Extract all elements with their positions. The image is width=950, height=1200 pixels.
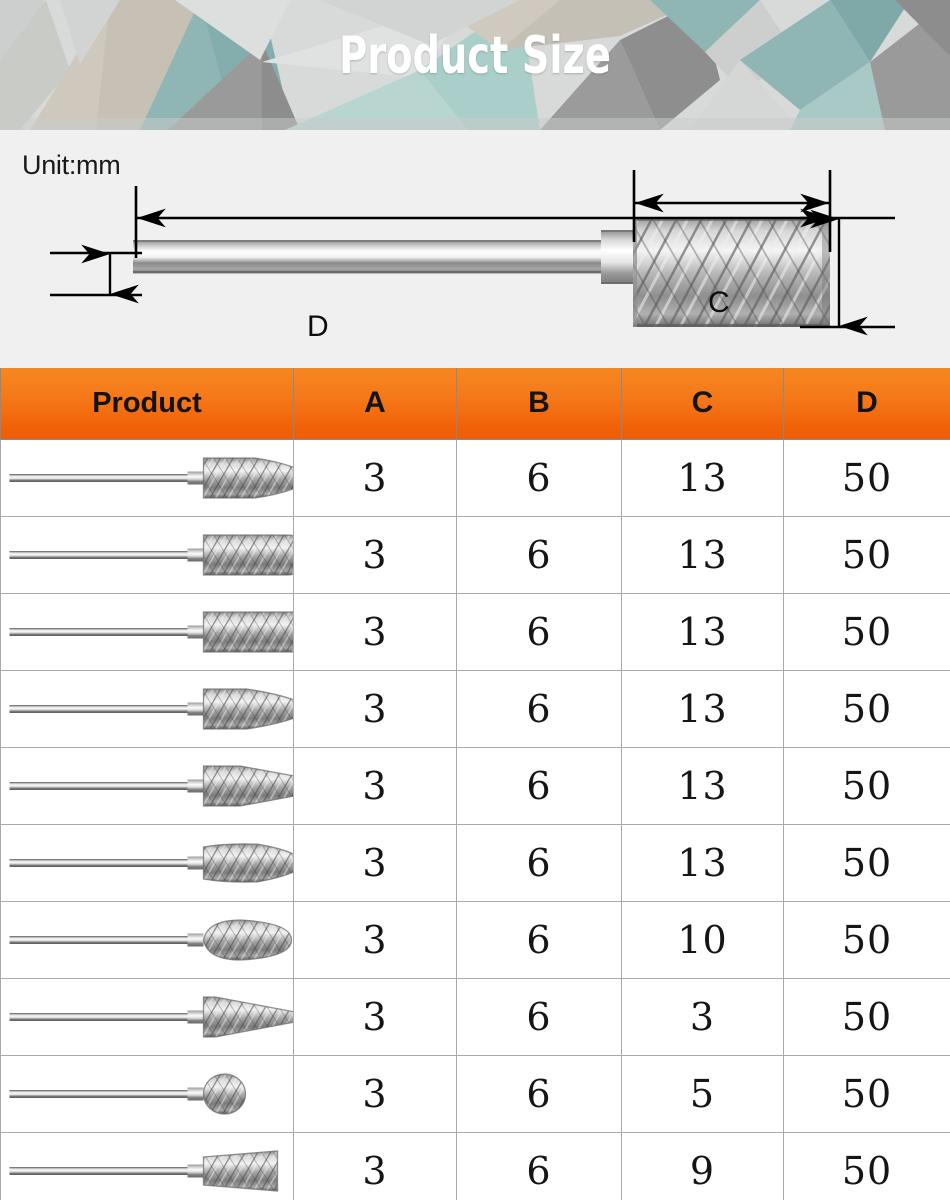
cell-c: 10: [621, 900, 784, 979]
cell-d: 50: [783, 592, 950, 671]
table-header-row: Product A B C D: [0, 368, 950, 440]
cell-a: 3: [293, 592, 457, 671]
cell-d: 50: [783, 669, 950, 748]
cell-c: 3: [621, 977, 784, 1056]
product-size-page: Product Size Unit:mm C D Product A B C D…: [0, 0, 950, 1200]
product-image-ball-nose-cylinder-burr: [0, 515, 294, 594]
product-image-oval-egg-burr: [0, 900, 294, 979]
product-image-sharp-cone-burr: [0, 977, 294, 1056]
product-image-ball-burr: [0, 1054, 294, 1133]
product-image-cone-taper-burr: [0, 746, 294, 825]
product-image-inverted-cone-burr: [0, 1131, 294, 1200]
cell-c: 13: [621, 438, 784, 517]
product-image-pointed-tree-burr: [0, 438, 294, 517]
cell-b: 6: [456, 438, 622, 517]
cell-b: 6: [456, 1131, 622, 1200]
column-header-a: A: [293, 368, 457, 440]
cell-d: 50: [783, 977, 950, 1056]
table-row: 3 6 13 50: [0, 823, 950, 902]
table-row: 3 6 13 50: [0, 669, 950, 748]
cell-d: 50: [783, 438, 950, 517]
cell-d: 50: [783, 746, 950, 825]
cell-d: 50: [783, 515, 950, 594]
cell-b: 6: [456, 977, 622, 1056]
product-image-flame-burr: [0, 823, 294, 902]
cell-c: 13: [621, 515, 784, 594]
table-row: 3 6 13 50: [0, 592, 950, 671]
product-image-tree-pointed-burr: [0, 669, 294, 748]
product-image-flat-cylinder-burr: [0, 592, 294, 671]
cell-d: 50: [783, 1054, 950, 1133]
cell-a: 3: [293, 746, 457, 825]
column-header-d: D: [783, 368, 950, 440]
cell-c: 13: [621, 823, 784, 902]
cell-a: 3: [293, 1131, 457, 1200]
cell-c: 13: [621, 669, 784, 748]
cell-d: 50: [783, 1131, 950, 1200]
page-title: Product Size: [339, 26, 611, 86]
burr-dimension-drawing: [50, 170, 895, 336]
table-row: 3 6 13 50: [0, 746, 950, 825]
cell-b: 6: [456, 746, 622, 825]
column-header-b: B: [456, 368, 622, 440]
cell-c: 5: [621, 1054, 784, 1133]
table-row: 3 6 13 50: [0, 515, 950, 594]
cell-a: 3: [293, 900, 457, 979]
table-row: 3 6 13 50: [0, 438, 950, 517]
cell-a: 3: [293, 823, 457, 902]
table-row: 3 6 10 50: [0, 900, 950, 979]
cell-a: 3: [293, 515, 457, 594]
dimension-diagram: Unit:mm C D: [0, 130, 950, 368]
cell-c: 9: [621, 1131, 784, 1200]
table-row: 3 6 9 50: [0, 1131, 950, 1200]
cell-b: 6: [456, 823, 622, 902]
cell-a: 3: [293, 438, 457, 517]
cell-b: 6: [456, 669, 622, 748]
cell-d: 50: [783, 823, 950, 902]
table-row: 3 6 3 50: [0, 977, 950, 1056]
cell-a: 3: [293, 1054, 457, 1133]
dimension-label-c: C: [708, 286, 730, 319]
cell-c: 13: [621, 592, 784, 671]
cell-b: 6: [456, 900, 622, 979]
table-row: 3 6 5 50: [0, 1054, 950, 1133]
column-header-product: Product: [0, 368, 294, 440]
cell-a: 3: [293, 669, 457, 748]
table-body: 3 6 13 50 3 6 13 50 3 6 13 50 3 6 13 50 …: [0, 438, 950, 1200]
cell-c: 13: [621, 746, 784, 825]
product-size-table: Product A B C D 3 6 13 50 3 6 13 50 3 6 …: [0, 368, 950, 1200]
cell-b: 6: [456, 592, 622, 671]
cell-d: 50: [783, 900, 950, 979]
cell-a: 3: [293, 977, 457, 1056]
page-banner: Product Size: [0, 0, 950, 130]
column-header-c: C: [621, 368, 784, 440]
cell-b: 6: [456, 515, 622, 594]
dimension-label-d: D: [307, 310, 329, 343]
cell-b: 6: [456, 1054, 622, 1133]
